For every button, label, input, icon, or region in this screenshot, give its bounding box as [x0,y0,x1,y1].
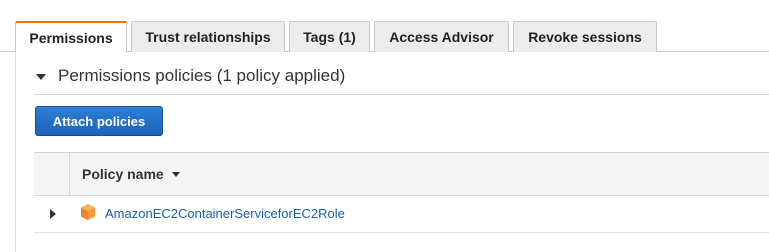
tab-bar: Permissions Trust relationships Tags (1)… [0,0,769,53]
sort-down-icon [171,172,180,177]
permissions-policies-toggle[interactable]: Permissions policies (1 policy applied) [36,66,345,86]
tab-tags[interactable]: Tags (1) [289,21,370,52]
table-row: AmazonEC2ContainerServiceforEC2Role [34,196,769,233]
aws-managed-policy-icon [81,204,95,220]
tab-permissions[interactable]: Permissions [15,21,127,53]
policy-name-column-header[interactable]: Policy name [82,166,180,182]
policies-table: Policy name AmazonEC2ContainerServicefor… [34,152,769,233]
caret-down-icon [36,73,46,80]
expand-row-icon[interactable] [50,209,56,219]
tab-revoke-sessions[interactable]: Revoke sessions [513,21,657,52]
select-column-header [34,153,70,195]
section-divider [34,94,769,95]
policy-name-column-label: Policy name [82,166,164,182]
permissions-panel: Permissions policies (1 policy applied) … [15,52,769,252]
section-title: Permissions policies (1 policy applied) [58,66,346,85]
policy-name-link[interactable]: AmazonEC2ContainerServiceforEC2Role [105,206,345,221]
tab-access-advisor[interactable]: Access Advisor [374,21,509,52]
attach-policies-button[interactable]: Attach policies [35,106,163,136]
table-header: Policy name [34,152,769,196]
tab-trust-relationships[interactable]: Trust relationships [131,21,285,52]
